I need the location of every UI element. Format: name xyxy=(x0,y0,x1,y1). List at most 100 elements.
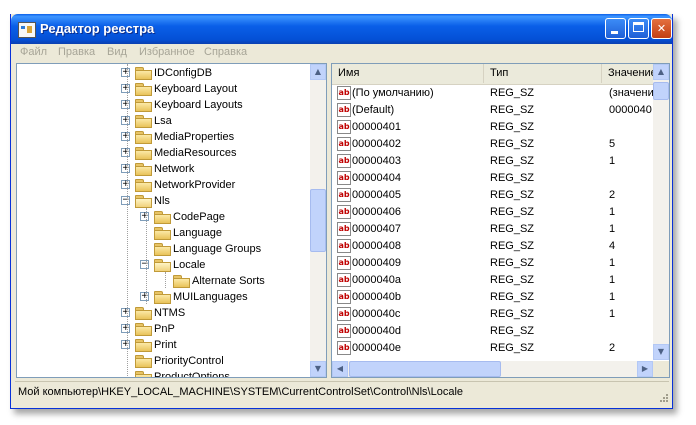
list-vertical-scrollbar[interactable]: ▲ ▼ xyxy=(653,64,669,360)
value-row[interactable]: ab 00000408 REG_SZ 4 xyxy=(332,238,654,255)
folder-icon xyxy=(173,275,190,288)
value-row[interactable]: ab 00000409 REG_SZ 1 xyxy=(332,255,654,272)
collapse-icon[interactable]: − xyxy=(121,196,130,205)
list-horizontal-scrollbar[interactable]: ◀ ▶ xyxy=(332,361,653,377)
column-name-header[interactable]: Имя xyxy=(332,64,484,83)
tree-item-label: Print xyxy=(154,339,177,351)
list-hscroll-thumb[interactable] xyxy=(349,361,501,377)
value-row[interactable]: ab 00000403 REG_SZ 1 xyxy=(332,153,654,170)
tree-item[interactable]: + Print xyxy=(17,337,311,353)
tree-item-label: MediaProperties xyxy=(154,131,235,143)
value-row[interactable]: ab (Default) REG_SZ 0000040 xyxy=(332,102,654,119)
scroll-left-arrow-icon[interactable]: ◀ xyxy=(332,361,348,377)
tree-item[interactable]: + IDConfigDB xyxy=(17,65,311,81)
tree-item[interactable]: + NTMS xyxy=(17,305,311,321)
value-row[interactable]: ab 0000040d REG_SZ xyxy=(332,323,654,340)
maximize-button[interactable] xyxy=(628,18,649,39)
scroll-down-arrow-icon[interactable]: ▼ xyxy=(653,344,669,360)
value-row[interactable]: ab 0000040c REG_SZ 1 xyxy=(332,306,654,323)
expand-icon[interactable]: + xyxy=(121,132,130,141)
value-row[interactable]: ab 0000040a REG_SZ 1 xyxy=(332,272,654,289)
value-name: 0000040b xyxy=(352,291,401,303)
menu-file[interactable]: Файл xyxy=(20,46,47,58)
resize-grip-icon[interactable] xyxy=(657,391,669,403)
string-value-icon: ab xyxy=(337,222,351,236)
tree-item[interactable]: + CodePage xyxy=(17,209,311,225)
tree-item[interactable]: PriorityControl xyxy=(17,353,311,369)
tree-vertical-scrollbar[interactable]: ▲ ▼ xyxy=(310,64,326,377)
value-data: 5 xyxy=(609,138,616,150)
value-type: REG_SZ xyxy=(490,342,535,354)
value-name: 00000406 xyxy=(352,206,401,218)
expand-icon[interactable]: + xyxy=(121,84,130,93)
tree-item[interactable]: ProductOptions xyxy=(17,369,311,377)
folder-icon xyxy=(154,211,171,224)
tree-item[interactable]: Alternate Sorts xyxy=(17,273,311,289)
value-name: (По умолчанию) xyxy=(352,87,434,99)
expand-icon[interactable]: + xyxy=(121,324,130,333)
value-row[interactable]: ab 0000040e REG_SZ 2 xyxy=(332,340,654,357)
scroll-down-arrow-icon[interactable]: ▼ xyxy=(310,361,326,377)
values-list[interactable]: Имя Тип Значение ab (По умолчанию) REG_SZ(… xyxy=(331,63,670,378)
value-row[interactable]: ab 00000407 REG_SZ 1 xyxy=(332,221,654,238)
value-row[interactable]: ab 00000405 REG_SZ 2 xyxy=(332,187,654,204)
tree-item[interactable]: − Nls xyxy=(17,193,311,209)
value-name: 0000040a xyxy=(352,274,401,286)
folder-icon xyxy=(135,323,152,336)
tree-item[interactable]: + Keyboard Layouts xyxy=(17,97,311,113)
tree-item[interactable]: + NetworkProvider xyxy=(17,177,311,193)
string-value-icon: ab xyxy=(337,120,351,134)
scroll-right-arrow-icon[interactable]: ▶ xyxy=(637,361,653,377)
value-name: 00000407 xyxy=(352,223,401,235)
minimize-button[interactable] xyxy=(605,18,626,39)
tree-connector-line xyxy=(165,272,166,288)
tree-item[interactable]: + MediaProperties xyxy=(17,129,311,145)
expand-icon[interactable]: + xyxy=(121,116,130,125)
expand-icon[interactable]: + xyxy=(140,212,149,221)
expand-icon[interactable]: + xyxy=(121,164,130,173)
value-row[interactable]: ab 00000404 REG_SZ xyxy=(332,170,654,187)
maximize-icon xyxy=(633,22,644,32)
tree-item[interactable]: + Lsa xyxy=(17,113,311,129)
expand-icon[interactable]: + xyxy=(121,340,130,349)
tree-item[interactable]: − Locale xyxy=(17,257,311,273)
scroll-up-arrow-icon[interactable]: ▲ xyxy=(653,64,669,80)
registry-tree[interactable]: + IDConfigDB + Keyboard Layout + Keyboard Lay… xyxy=(16,63,327,378)
tree-item[interactable]: + Keyboard Layout xyxy=(17,81,311,97)
tree-item[interactable]: + MUILanguages xyxy=(17,289,311,305)
expand-icon[interactable]: + xyxy=(121,100,130,109)
value-row[interactable]: ab (По умолчанию) REG_SZ (значение xyxy=(332,85,660,102)
tree-item-label: NTMS xyxy=(154,307,186,319)
value-row[interactable]: ab 0000040b REG_SZ 1 xyxy=(332,289,654,306)
expand-icon[interactable]: + xyxy=(121,68,130,77)
tree-item[interactable]: + MediaResources xyxy=(17,145,311,161)
folder-icon xyxy=(135,147,152,160)
expand-icon[interactable]: + xyxy=(121,180,130,189)
expand-icon[interactable]: + xyxy=(121,308,130,317)
tree-item-label: NetworkProvider xyxy=(154,179,236,191)
collapse-icon[interactable]: − xyxy=(140,260,149,269)
value-row[interactable]: ab 00000401 REG_SZ xyxy=(332,119,654,136)
tree-item[interactable]: Language xyxy=(17,225,311,241)
menu-edit[interactable]: Правка xyxy=(58,46,95,58)
folder-icon xyxy=(135,339,152,352)
menu-help[interactable]: Справка xyxy=(204,46,247,58)
column-type-header[interactable]: Тип xyxy=(484,64,602,83)
tree-item[interactable]: + PnP xyxy=(17,321,311,337)
expand-icon[interactable]: + xyxy=(140,292,149,301)
folder-icon xyxy=(154,227,171,240)
tree-scroll-thumb[interactable] xyxy=(310,189,326,252)
scroll-up-arrow-icon[interactable]: ▲ xyxy=(310,64,326,80)
value-row[interactable]: ab 00000402 REG_SZ 5 xyxy=(332,136,654,153)
close-button[interactable]: ✕ xyxy=(651,18,672,39)
menu-view[interactable]: Вид xyxy=(107,46,127,58)
expand-icon[interactable]: + xyxy=(121,148,130,157)
tree-item[interactable]: Language Groups xyxy=(17,241,311,257)
value-row[interactable]: ab 00000406 REG_SZ 1 xyxy=(332,204,654,221)
tree-item[interactable]: + Network xyxy=(17,161,311,177)
folder-icon xyxy=(135,115,152,128)
list-scroll-thumb[interactable] xyxy=(653,82,669,100)
title-bar[interactable]: Редактор реестра ✕ xyxy=(11,14,672,44)
list-header: Имя Тип Значение xyxy=(332,64,669,85)
menu-favorites[interactable]: Избранное xyxy=(139,46,195,58)
